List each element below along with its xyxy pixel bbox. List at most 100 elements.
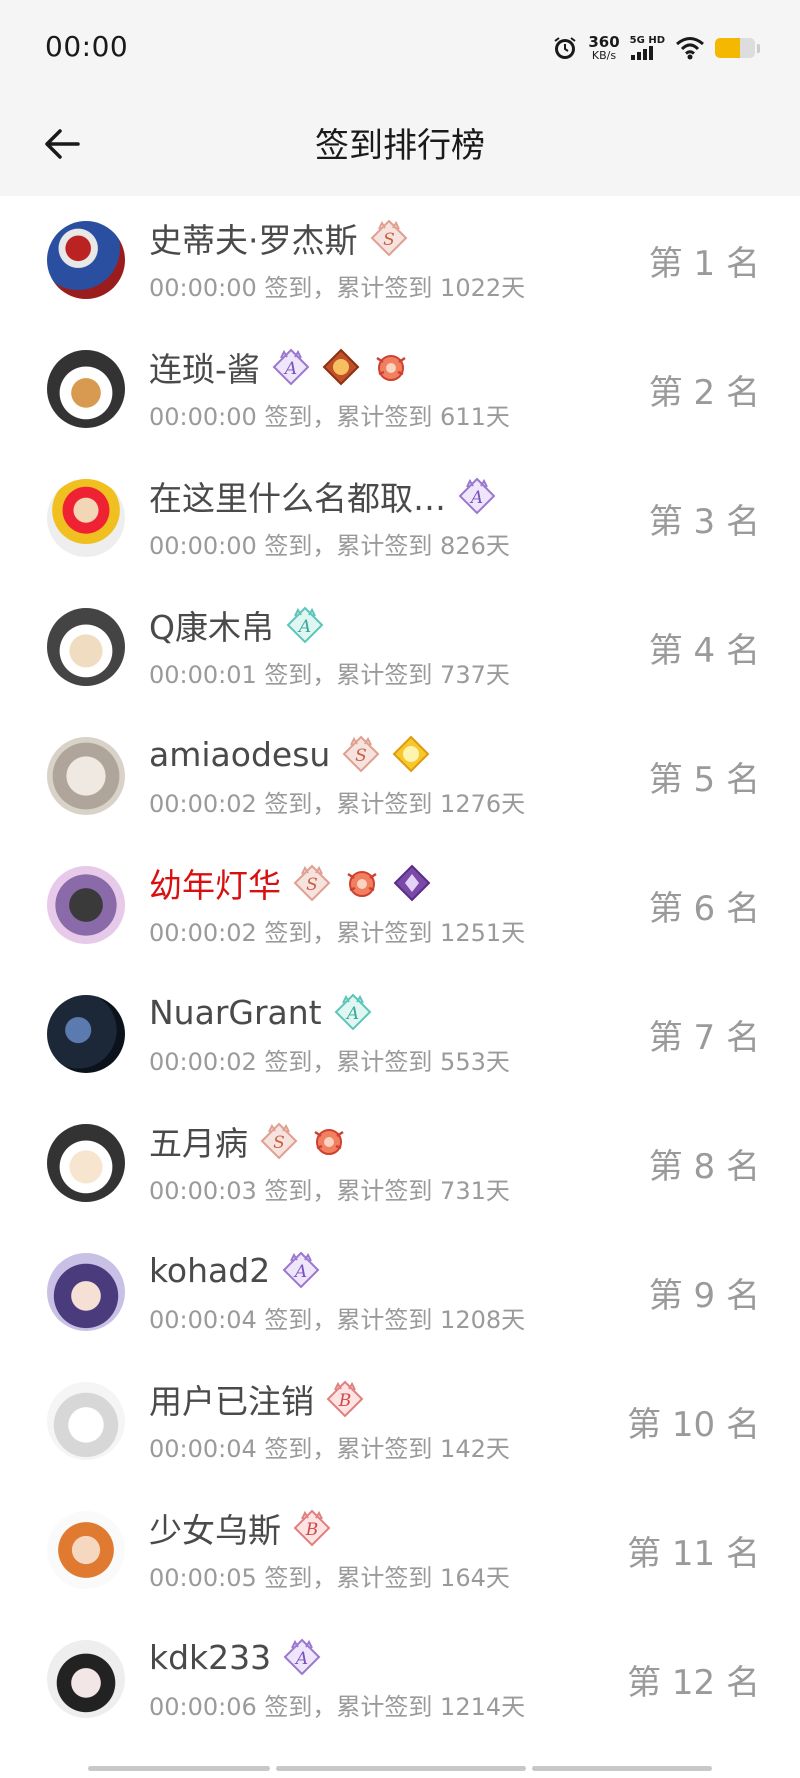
avatar[interactable] [47, 1640, 125, 1718]
user-name[interactable]: amiaodesu [149, 735, 330, 774]
status-time: 00:00 [45, 30, 129, 63]
scroll-indicator [88, 1766, 712, 1771]
svg-text:S: S [306, 875, 318, 895]
name-line: kdk233 A [149, 1635, 321, 1679]
checkin-info: 00:00:05 签到，累计签到 164天 [149, 1564, 510, 1592]
checkin-info: 00:00:03 签到，累计签到 731天 [149, 1177, 510, 1205]
name-line: 幼年灯华 S [149, 861, 431, 905]
ranking-list: 史蒂夫·罗杰斯 S 00:00:00 签到，累计签到 1022天 第 1 名连琐-酱 A… [0, 196, 800, 1744]
status-bar: 00:00 360 KB/s 5G HD [0, 0, 800, 96]
user-name[interactable]: 在这里什么名都取… [149, 472, 446, 520]
s-level-icon: S [293, 864, 331, 902]
rank-label: 第 1 名 [648, 244, 760, 284]
b-level-icon: B [326, 1380, 364, 1418]
avatar[interactable] [47, 1511, 125, 1589]
name-line: amiaodesu S [149, 732, 430, 776]
list-item[interactable]: 幼年灯华 S 00:00:02 签到，累计签到 1251天 第 6 名 [0, 841, 800, 970]
list-item[interactable]: 五月病 S 00:00:03 签到，累计签到 731天 第 8 名 [0, 1099, 800, 1228]
a-level-purple-icon: A [458, 477, 496, 515]
user-name[interactable]: 五月病 [149, 1117, 248, 1165]
list-item[interactable]: 用户已注销 B 00:00:04 签到，累计签到 142天 第 10 名 [0, 1357, 800, 1486]
s-level-icon: S [260, 1122, 298, 1160]
battery-tip [757, 43, 760, 53]
svg-text:A: A [344, 1004, 358, 1024]
rank-label: 第 8 名 [648, 1147, 760, 1187]
network-label: 5G HD [629, 35, 665, 46]
list-item[interactable]: NuarGrant A 00:00:02 签到，累计签到 553天 第 7 名 [0, 970, 800, 1099]
user-name[interactable]: 用户已注销 [149, 1375, 314, 1423]
user-name[interactable]: NuarGrant [149, 993, 322, 1032]
list-item[interactable]: 少女乌斯 B 00:00:05 签到，累计签到 164天 第 11 名 [0, 1486, 800, 1615]
name-line: 五月病 S [149, 1119, 348, 1163]
a-level-purple-icon: A [272, 348, 310, 386]
page-title: 签到排行榜 [315, 126, 485, 166]
rank-label: 第 12 名 [627, 1663, 760, 1703]
a-level-purple-icon: A [283, 1638, 321, 1676]
checkin-info: 00:00:02 签到，累计签到 1276天 [149, 790, 526, 818]
svg-text:B: B [305, 1520, 319, 1540]
signal-bars-icon [630, 46, 653, 60]
user-name[interactable]: 少女乌斯 [149, 1504, 281, 1552]
avatar[interactable] [47, 866, 125, 944]
battery-icon [715, 38, 755, 58]
user-name[interactable]: 史蒂夫·罗杰斯 [149, 214, 358, 262]
user-name[interactable]: Q康木帛 [149, 601, 274, 649]
purple-diamond-icon [393, 864, 431, 902]
svg-text:A: A [469, 488, 483, 508]
checkin-info: 00:00:02 签到，累计签到 553天 [149, 1048, 510, 1076]
rank-label: 第 3 名 [648, 502, 760, 542]
checkin-info: 00:00:00 签到，累计签到 826天 [149, 532, 510, 560]
checkin-info: 00:00:00 签到，累计签到 611天 [149, 403, 510, 431]
rank-label: 第 4 名 [648, 631, 760, 671]
list-item[interactable]: 连琐-酱 A 00:00:00 签到，累计签到 611天 第 2 名 [0, 325, 800, 454]
avatar[interactable] [47, 737, 125, 815]
list-item[interactable]: Q康木帛 A 00:00:01 签到，累计签到 737天 第 4 名 [0, 583, 800, 712]
avatar[interactable] [47, 1382, 125, 1460]
rank-label: 第 5 名 [648, 760, 760, 800]
avatar[interactable] [47, 995, 125, 1073]
svg-text:A: A [293, 1262, 307, 1282]
speed-value: 360 [588, 33, 620, 51]
user-name[interactable]: 连琐-酱 [149, 343, 260, 391]
user-name[interactable]: 幼年灯华 [149, 859, 281, 907]
user-name[interactable]: kohad2 [149, 1251, 270, 1290]
avatar[interactable] [47, 350, 125, 428]
checkin-info: 00:00:01 签到，累计签到 737天 [149, 661, 510, 689]
avatar[interactable] [47, 608, 125, 686]
rank-label: 第 7 名 [648, 1018, 760, 1058]
avatar[interactable] [47, 221, 125, 299]
status-icons: 360 KB/s 5G HD [552, 28, 760, 68]
svg-text:A: A [297, 617, 311, 637]
gold-medal-icon [392, 735, 430, 773]
svg-text:A: A [294, 1649, 308, 1669]
name-line: 史蒂夫·罗杰斯 S [149, 216, 408, 260]
name-line: 用户已注销 B [149, 1377, 364, 1421]
svg-text:S: S [273, 1133, 285, 1153]
orange-medal-icon [322, 348, 360, 386]
list-item[interactable]: kohad2 A 00:00:04 签到，累计签到 1208天 第 9 名 [0, 1228, 800, 1357]
list-item[interactable]: 在这里什么名都取… A 00:00:00 签到，累计签到 826天 第 3 名 [0, 454, 800, 583]
name-line: kohad2 A [149, 1248, 320, 1292]
wifi-icon [676, 37, 704, 60]
b-level-icon: B [293, 1509, 331, 1547]
user-name[interactable]: kdk233 [149, 1638, 271, 1677]
list-item[interactable]: 史蒂夫·罗杰斯 S 00:00:00 签到，累计签到 1022天 第 1 名 [0, 196, 800, 325]
avatar[interactable] [47, 1253, 125, 1331]
rank-label: 第 9 名 [648, 1276, 760, 1316]
header: 签到排行榜 [0, 96, 800, 196]
checkin-info: 00:00:00 签到，累计签到 1022天 [149, 274, 526, 302]
alarm-icon [554, 37, 576, 59]
a-level-purple-icon: A [282, 1251, 320, 1289]
avatar[interactable] [47, 1124, 125, 1202]
red-crab-medal-icon [310, 1122, 348, 1160]
list-item[interactable]: kdk233 A 00:00:06 签到，累计签到 1214天 第 12 名 [0, 1615, 800, 1744]
svg-text:S: S [383, 230, 395, 250]
checkin-info: 00:00:06 签到，累计签到 1214天 [149, 1693, 526, 1721]
list-item[interactable]: amiaodesu S 00:00:02 签到，累计签到 1276天 第 5 名 [0, 712, 800, 841]
rank-label: 第 10 名 [627, 1405, 760, 1445]
rank-label: 第 2 名 [648, 373, 760, 413]
avatar[interactable] [47, 479, 125, 557]
checkin-info: 00:00:04 签到，累计签到 142天 [149, 1435, 510, 1463]
cell-signal: 5G HD [630, 36, 665, 60]
s-level-icon: S [370, 219, 408, 257]
